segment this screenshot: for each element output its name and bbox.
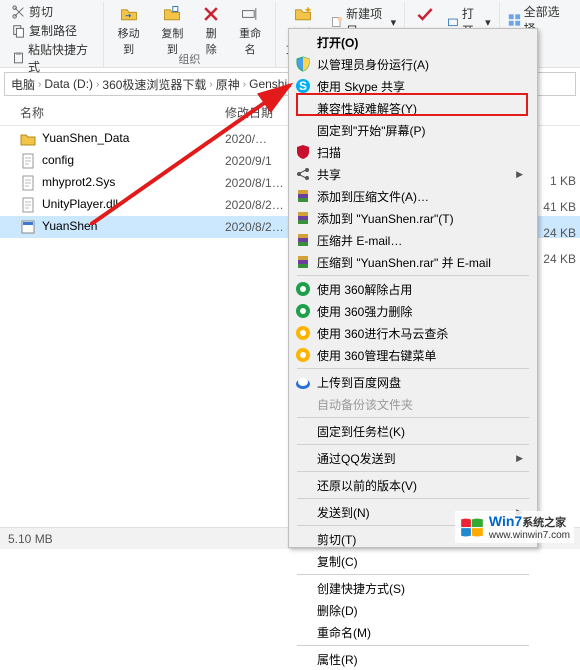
watermark: Win7系统之家 www.winwin7.com xyxy=(455,511,574,543)
context-item[interactable]: 使用 360强力删除 xyxy=(291,300,535,322)
file-name: config xyxy=(42,153,74,167)
context-item[interactable]: 添加到 "YuanShen.rar"(T) xyxy=(291,207,535,229)
context-item[interactable]: 添加到压缩文件(A)… xyxy=(291,185,535,207)
context-item[interactable]: 使用 360进行木马云查杀 xyxy=(291,322,535,344)
context-item[interactable]: 使用 360解除占用 xyxy=(291,278,535,300)
properties-check-button[interactable] xyxy=(411,2,439,26)
bc-seg[interactable]: 360极速浏览器下载 xyxy=(102,76,206,93)
context-separator xyxy=(297,471,529,472)
file-date: 2020/8/1… xyxy=(225,176,295,190)
cut-button[interactable]: 剪切 xyxy=(10,2,97,21)
context-item[interactable]: 固定到"开始"屏幕(P) xyxy=(291,119,535,141)
context-item[interactable]: 创建快捷方式(S) xyxy=(291,577,535,599)
context-separator xyxy=(297,574,529,575)
context-item[interactable]: 共享▶ xyxy=(291,163,535,185)
context-item[interactable]: 扫描 xyxy=(291,141,535,163)
copy-path-icon xyxy=(12,24,26,38)
bc-seg[interactable]: 电脑 xyxy=(11,76,35,93)
context-separator xyxy=(297,368,529,369)
size-column: 1 KB 41 KB 24 KB 24 KB xyxy=(538,120,576,270)
context-item[interactable]: 还原以前的版本(V) xyxy=(291,474,535,496)
context-menu: 打开(O)以管理员身份运行(A)S使用 Skype 共享兼容性疑难解答(Y)固定… xyxy=(288,28,538,548)
file-date: 2020/9/1 xyxy=(225,154,295,168)
submenu-arrow-icon: ▶ xyxy=(516,169,523,180)
context-item[interactable]: 打开(O) xyxy=(291,31,535,53)
windows-logo-icon xyxy=(459,514,485,540)
svg-text:S: S xyxy=(299,79,307,93)
open-icon xyxy=(447,15,459,29)
col-date[interactable]: 修改日期 xyxy=(225,104,295,125)
paste-shortcut-button[interactable]: 粘贴快捷方式 xyxy=(10,40,97,76)
context-item[interactable]: S使用 Skype 共享 xyxy=(291,75,535,97)
context-separator xyxy=(297,444,529,445)
context-item[interactable]: 兼容性疑难解答(Y) xyxy=(291,97,535,119)
submenu-arrow-icon: ▶ xyxy=(516,453,523,464)
select-all-icon xyxy=(508,13,521,27)
context-separator xyxy=(297,275,529,276)
context-item[interactable]: 通过QQ发送到▶ xyxy=(291,447,535,469)
file-name: YuanShen_Data xyxy=(42,131,129,145)
move-to-icon xyxy=(119,4,139,24)
delete-icon xyxy=(201,4,221,24)
rename-icon xyxy=(240,4,260,24)
context-item[interactable]: 压缩到 "YuanShen.rar" 并 E-mail xyxy=(291,251,535,273)
col-name[interactable]: 名称 xyxy=(20,104,225,125)
chevron-right-icon: › xyxy=(38,79,41,90)
context-item[interactable]: 删除(D) xyxy=(291,599,535,621)
context-item[interactable]: 重命名(M) xyxy=(291,621,535,643)
context-item[interactable]: 以管理员身份运行(A) xyxy=(291,53,535,75)
file-date: 2020/8/2… xyxy=(225,220,295,234)
copy-path-button[interactable]: 复制路径 xyxy=(10,21,97,40)
context-item[interactable]: 属性(R) xyxy=(291,648,535,670)
context-separator xyxy=(297,645,529,646)
new-folder-icon xyxy=(293,4,313,24)
check-icon xyxy=(415,4,435,24)
file-name: mhyprot2.Sys xyxy=(42,175,115,189)
context-item[interactable]: 使用 360管理右键菜单 xyxy=(291,344,535,366)
context-item[interactable]: 上传到百度网盘 xyxy=(291,371,535,393)
file-date: 2020/… xyxy=(225,132,295,146)
context-separator xyxy=(297,498,529,499)
file-name: YuanShen xyxy=(42,219,97,233)
chevron-right-icon: › xyxy=(96,79,99,90)
context-item: 自动备份该文件夹 xyxy=(291,393,535,415)
scissors-icon xyxy=(12,5,26,19)
new-item-icon xyxy=(331,15,343,29)
bc-seg[interactable]: Data (D:) xyxy=(44,77,93,91)
copy-to-icon xyxy=(162,4,182,24)
chevron-right-icon: › xyxy=(209,79,212,90)
file-date: 2020/8/2… xyxy=(225,198,295,212)
context-item[interactable]: 固定到任务栏(K) xyxy=(291,420,535,442)
context-item[interactable]: 复制(C) xyxy=(291,550,535,572)
bc-seg[interactable]: 原神 xyxy=(216,76,240,93)
context-item[interactable]: 压缩并 E-mail… xyxy=(291,229,535,251)
org-group-label: 组织 xyxy=(104,51,275,67)
context-separator xyxy=(297,417,529,418)
chevron-right-icon: › xyxy=(243,79,246,90)
file-name: UnityPlayer.dll xyxy=(42,197,118,211)
paste-icon xyxy=(12,51,25,65)
